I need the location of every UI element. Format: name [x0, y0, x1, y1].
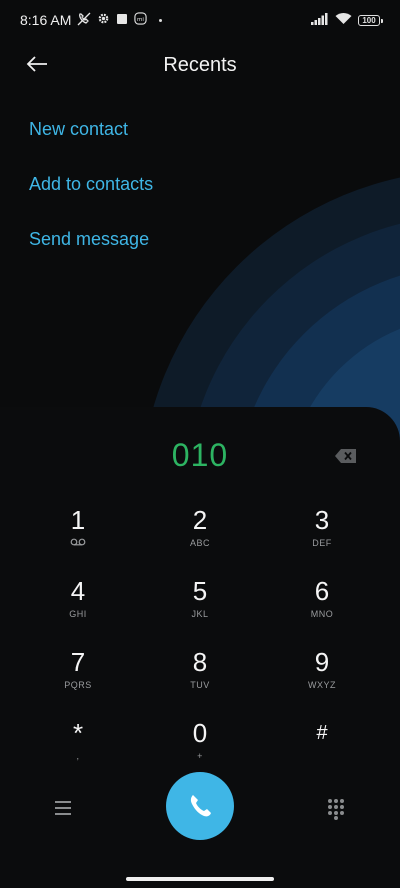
- dialpad-toggle-button[interactable]: [326, 798, 346, 820]
- key-digit: 1: [70, 505, 86, 535]
- new-contact-link[interactable]: New contact: [29, 112, 153, 167]
- key-7[interactable]: 7 PQRS: [28, 647, 128, 711]
- add-to-contacts-link[interactable]: Add to contacts: [29, 167, 153, 222]
- page-title: Recents: [163, 54, 237, 76]
- notification-dot: [159, 18, 163, 22]
- key-letters: TUV: [190, 680, 210, 690]
- status-time: 8:16 AM: [20, 12, 72, 28]
- menu-icon: [55, 801, 71, 815]
- status-right: 100: [311, 12, 383, 28]
- key-digit: 4: [70, 576, 86, 606]
- mi-icon: mi: [134, 12, 148, 28]
- key-digit: *: [72, 718, 84, 748]
- key-3[interactable]: 3 DEF: [272, 505, 372, 569]
- send-message-link[interactable]: Send message: [29, 222, 153, 277]
- square-icon: [116, 12, 128, 28]
- contact-actions: New contact Add to contacts Send message: [29, 112, 153, 277]
- menu-button[interactable]: [54, 800, 74, 818]
- key-letters: DEF: [312, 538, 332, 548]
- key-1[interactable]: 1: [28, 505, 128, 569]
- voicemail-icon: [28, 538, 128, 548]
- key-letters: WXYZ: [308, 680, 336, 690]
- svg-text:mi: mi: [137, 17, 144, 23]
- key-letters: ,: [76, 751, 80, 761]
- home-indicator[interactable]: [126, 877, 274, 881]
- dialer-bottom-bar: [0, 772, 400, 852]
- signal-icon: [311, 12, 329, 28]
- phone-icon: [190, 795, 211, 817]
- call-button[interactable]: [166, 772, 234, 840]
- wifi-icon: [335, 12, 352, 28]
- key-digit: 8: [192, 647, 208, 677]
- key-digit: 3: [314, 505, 330, 535]
- key-4[interactable]: 4 GHI: [28, 576, 128, 640]
- backspace-button[interactable]: [334, 447, 358, 465]
- key-letters: PQRS: [64, 680, 92, 690]
- key-digit: #: [316, 722, 328, 744]
- key-9[interactable]: 9 WXYZ: [272, 647, 372, 711]
- dialer-screen: 8:16 AM mi 100 Recents New contact Add t…: [0, 0, 400, 888]
- key-5[interactable]: 5 JKL: [150, 576, 250, 640]
- key-digit: 0: [192, 718, 208, 748]
- dialer-panel: 010 1 2 ABC 3 DEF 4 GHI 5 JKL 6 MNO 7 PQ…: [0, 407, 400, 888]
- key-digit: 5: [192, 576, 208, 606]
- key-8[interactable]: 8 TUV: [150, 647, 250, 711]
- backspace-icon: [335, 449, 356, 463]
- key-letters: MNO: [310, 609, 334, 619]
- key-letters: JKL: [191, 609, 209, 619]
- status-bar: 8:16 AM mi 100: [0, 0, 400, 40]
- key-letters: ABC: [189, 538, 210, 548]
- status-left: 8:16 AM mi: [20, 12, 163, 29]
- key-6[interactable]: 6 MNO: [272, 576, 372, 640]
- key-letters: GHI: [69, 609, 87, 619]
- key-2[interactable]: 2 ABC: [150, 505, 250, 569]
- key-digit: 6: [314, 576, 330, 606]
- gear-icon: [97, 12, 110, 28]
- key-digit: 9: [314, 647, 330, 677]
- mute-call-icon: [77, 12, 91, 29]
- battery-indicator: 100: [358, 14, 383, 26]
- dialpad-icon: [328, 799, 344, 820]
- key-digit: 7: [70, 647, 86, 677]
- header: Recents: [0, 42, 400, 86]
- key-digit: 2: [192, 505, 208, 535]
- key-letters: +: [197, 751, 203, 761]
